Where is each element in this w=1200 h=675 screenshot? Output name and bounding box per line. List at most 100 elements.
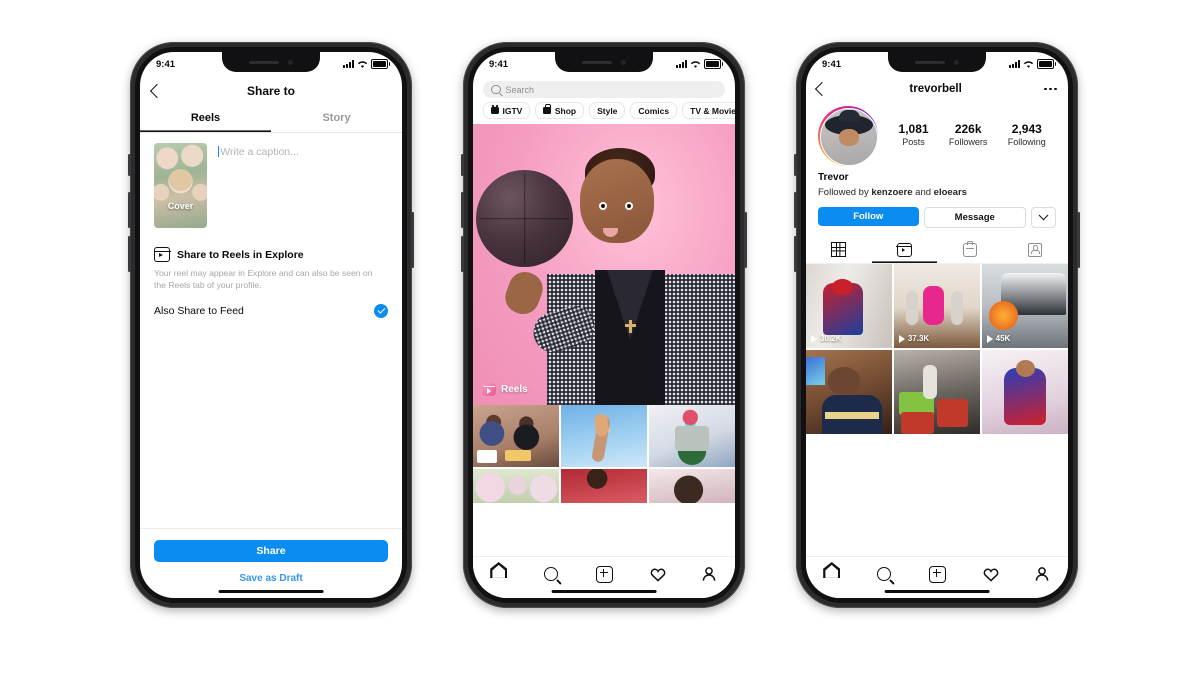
profile-header: 1,081 Posts 226k Followers 2,943 Followi… [806,102,1068,167]
search-icon[interactable] [544,567,559,581]
mutual-follower-1[interactable]: kenzoere [871,187,912,198]
check-circle-icon[interactable] [374,304,388,319]
caption-placeholder: Write a caption... [220,146,299,158]
chip-igtv[interactable]: IGTV [483,102,531,119]
reel-tile[interactable] [981,349,1068,434]
volume-up-button[interactable] [128,192,131,228]
category-chips[interactable]: IGTV Shop Style Comics TV & Movie [473,102,735,124]
phone-profile: 9:41 trevorbell 1,081 Posts 226k Followe… [794,42,1080,608]
home-indicator[interactable] [551,589,657,593]
create-icon[interactable] [596,565,614,583]
stat-label: Followers [948,136,988,147]
mute-switch[interactable] [794,154,797,176]
more-actions-button[interactable] [1031,207,1056,229]
reels-icon [153,247,171,262]
share-to-navbar: Share to [140,76,402,106]
share-button[interactable]: Share [154,540,388,562]
volume-down-button[interactable] [128,236,131,272]
notch [888,52,986,72]
message-button[interactable]: Message [923,207,1026,229]
stat-followers[interactable]: 226k Followers [949,122,988,147]
volume-down-button[interactable] [794,236,797,272]
reel-tile[interactable] [893,349,981,434]
power-button[interactable] [744,212,747,268]
also-share-to-feed-row[interactable]: Also Share to Feed [154,304,388,319]
stat-following[interactable]: 2,943 Following [1008,122,1046,147]
volume-up-button[interactable] [461,192,464,228]
chip-style[interactable]: Style [589,102,626,119]
wifi-icon [1023,60,1034,68]
explore-tile[interactable] [560,468,648,503]
tab-reels[interactable]: Reels [140,106,271,132]
mute-switch[interactable] [128,154,131,176]
front-camera-icon [954,59,959,65]
speaker-grille [249,60,279,64]
tab-story[interactable]: Story [271,106,402,132]
phone-screen: 9:41 Search IGTV Shop Style Comics TV & … [473,52,735,598]
home-indicator[interactable] [218,589,324,593]
chip-label: IGTV [502,105,523,116]
search-input[interactable]: Search [483,81,725,98]
stat-label: Following [1007,136,1046,147]
reel-view-count: 30.2K [811,334,841,343]
back-chevron-icon[interactable] [814,81,830,97]
featured-reel-tile[interactable]: Reels [473,124,735,405]
reel-tile[interactable]: 45K [981,264,1068,349]
explore-tile[interactable] [473,468,560,503]
more-options-icon[interactable] [1044,87,1057,91]
home-icon[interactable] [824,570,840,578]
stat-label: Posts [902,136,925,147]
share-body: Cover Write a caption... Share to Reels … [140,133,402,319]
chip-shop[interactable]: Shop [535,102,585,119]
chip-label: Style [597,105,618,116]
mute-switch[interactable] [461,154,464,176]
stat-posts[interactable]: 1,081 Posts [899,122,929,147]
tab-grid[interactable] [806,237,872,263]
power-button[interactable] [1077,212,1080,268]
mutual-follower-2[interactable]: eloears [934,187,967,198]
power-button[interactable] [411,212,414,268]
tab-tagged[interactable] [1003,237,1069,263]
search-icon[interactable] [877,567,892,581]
create-icon[interactable] [929,565,947,583]
volume-up-button[interactable] [794,192,797,228]
avatar-story-ring[interactable] [818,106,879,167]
chevron-down-icon [1038,210,1049,221]
chip-comics[interactable]: Comics [630,102,678,119]
chip-label: Shop [554,105,577,116]
home-icon[interactable] [491,570,507,578]
chip-tv-and-movies[interactable]: TV & Movie [682,102,735,119]
explore-tile[interactable] [473,405,560,467]
volume-down-button[interactable] [461,236,464,272]
tab-reels[interactable] [872,237,938,263]
status-indicators [1009,59,1056,69]
heart-icon[interactable] [650,567,666,582]
home-indicator[interactable] [884,589,990,593]
subject-necklace [625,320,636,333]
search-bar-wrapper: Search [473,76,735,102]
explore-tile[interactable] [560,405,648,467]
cover-thumbnail[interactable]: Cover [154,143,207,228]
explore-tile[interactable] [648,468,735,503]
explore-tile[interactable] [648,405,735,467]
profile-stats: 1,081 Posts 226k Followers 2,943 Followi… [888,122,1056,151]
screenshot-stage: 9:41 Share to Reels Story Cover Write a … [0,0,1200,675]
speaker-grille [915,60,945,64]
heart-icon[interactable] [983,567,999,582]
tab-shop[interactable] [937,237,1003,263]
save-as-draft-button[interactable]: Save as Draft [154,573,388,584]
caption-input[interactable]: Write a caption... [218,143,388,228]
reel-tile[interactable]: 30.2K [806,264,893,349]
basketball [476,170,573,267]
search-icon [491,84,501,95]
follow-button[interactable]: Follow [818,207,919,227]
reel-tile[interactable] [806,349,893,434]
tagged-icon [1028,242,1043,257]
view-count-value: 45K [995,334,1011,344]
reel-tile[interactable]: 37.3K [893,264,981,349]
phone-share-sheet: 9:41 Share to Reels Story Cover Write a … [128,42,414,608]
followed-by-text: Followed by kenzoere and eloears [818,187,1056,198]
profile-icon[interactable] [701,566,717,582]
profile-icon[interactable] [1034,566,1050,582]
caption-row: Cover Write a caption... [154,143,388,228]
